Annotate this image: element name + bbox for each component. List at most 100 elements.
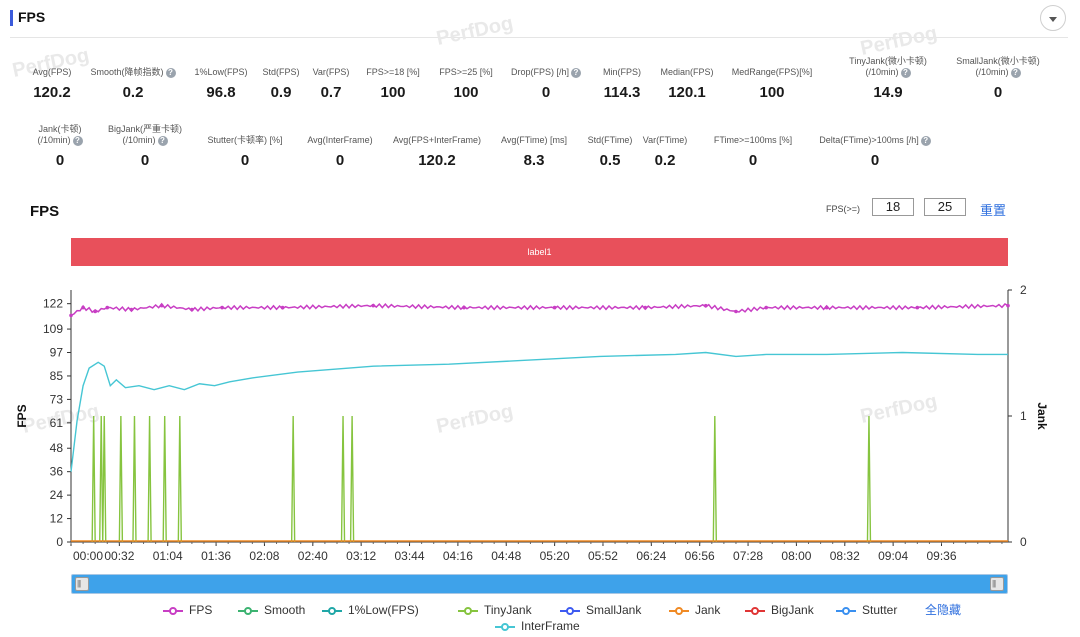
legend-label: 1%Low(FPS) <box>348 603 419 617</box>
help-icon[interactable]: ? <box>920 135 931 146</box>
x-tick-label: 07:28 <box>733 549 763 563</box>
fps-point <box>462 305 466 310</box>
x-tick-label: 01:36 <box>201 549 231 563</box>
fps-line <box>70 302 1009 317</box>
stat-value: 14.9 <box>873 84 903 101</box>
y-tick-label: 85 <box>50 369 64 383</box>
reset-button[interactable]: 重置 <box>980 200 1006 219</box>
legend-label: BigJank <box>771 603 814 617</box>
stat-label: MedRange(FPS)[%] <box>731 67 813 77</box>
help-icon[interactable]: ? <box>900 67 911 78</box>
stat-value: 0 <box>993 84 1003 101</box>
legend-marker-icon <box>495 622 515 632</box>
fps-point <box>129 307 134 312</box>
tinyjank-spike <box>866 415 872 543</box>
x-tick-label: 00:32 <box>104 549 134 563</box>
legend-marker-icon <box>836 606 856 616</box>
stat-10: MedRange(FPS)[%] 100 <box>717 56 827 101</box>
legend-item[interactable]: SmallJank <box>560 603 641 617</box>
legend-item[interactable]: Stutter <box>836 603 897 617</box>
x-tick-label: 06:24 <box>636 549 666 563</box>
tinyjank-spike <box>340 415 346 543</box>
legend-label: InterFrame <box>521 619 580 633</box>
stat-label: Delta(FTime)>100ms [/h]? <box>805 124 945 146</box>
legend-marker-icon <box>322 606 342 616</box>
stat-12: SmallJank(微小卡顿) (/10min)? 0 <box>943 56 1053 101</box>
slider-right-handle[interactable] <box>990 577 1004 591</box>
tinyjank-spike <box>290 415 296 543</box>
fps-point <box>105 305 110 310</box>
stat-value: 100 <box>759 84 785 101</box>
fps-point <box>915 305 920 310</box>
chart-title: FPS <box>30 203 60 220</box>
x-tick-label: 08:32 <box>830 549 860 563</box>
fps-point <box>280 305 285 310</box>
fps-point <box>190 307 194 312</box>
fps-point <box>552 305 557 310</box>
stat-8: FTime>=100ms [%] 0 <box>683 124 823 169</box>
tinyjank-spike <box>162 415 167 543</box>
fps-point <box>159 303 164 308</box>
y-axis-title: FPS <box>15 404 29 427</box>
tinyjank-spike <box>349 415 355 543</box>
collapse-chevron-icon[interactable] <box>1040 5 1066 31</box>
x-tick-label: 02:40 <box>298 549 328 563</box>
y2-tick-label: 0 <box>1020 535 1027 549</box>
x-tick-label: 05:20 <box>540 549 570 563</box>
tinyjank-spike <box>118 415 124 543</box>
hide-all-button[interactable]: 全隐藏 <box>925 601 961 618</box>
legend-label: Smooth <box>264 603 306 617</box>
x-tick-label: 09:04 <box>878 549 908 563</box>
legend-label: Stutter <box>862 603 898 617</box>
legend-item[interactable]: FPS <box>163 603 212 617</box>
fps-point <box>764 305 768 310</box>
legend-item[interactable]: 1%Low(FPS) <box>322 603 419 617</box>
help-icon[interactable]: ? <box>157 135 168 146</box>
stat-value: 0 <box>748 152 758 169</box>
legend-marker-icon <box>458 606 478 616</box>
fps-point <box>371 303 376 308</box>
legend-label: FPS <box>189 603 213 617</box>
stat-label: FTime>=100ms [%] <box>713 135 793 145</box>
legend-item[interactable]: BigJank <box>745 603 814 617</box>
fps-point <box>93 309 97 314</box>
help-icon[interactable]: ? <box>1010 67 1021 78</box>
fps-point <box>824 305 829 310</box>
y-tick-label: 12 <box>50 512 64 526</box>
fps-point <box>69 313 73 318</box>
stat-value: 0 <box>870 152 880 169</box>
fps-threshold-input-2[interactable]: 25 <box>924 198 966 216</box>
stat-label: SmallJank(微小卡顿) (/10min)? <box>956 56 1040 78</box>
fps-threshold-label: FPS(>=) <box>826 204 861 214</box>
fps-point <box>703 303 708 308</box>
legend-item[interactable]: Smooth <box>238 603 305 617</box>
x-tick-label: 00:00 <box>73 549 103 563</box>
legend-item[interactable]: Jank <box>669 603 720 617</box>
legend-marker-icon <box>238 606 258 616</box>
zoom-slider[interactable] <box>71 574 1008 594</box>
slider-left-handle[interactable] <box>75 577 89 591</box>
legend-label: SmallJank <box>586 603 642 617</box>
legend-marker-icon <box>560 606 580 616</box>
x-tick-label: 04:16 <box>443 549 473 563</box>
y2-tick-label: 2 <box>1020 283 1027 297</box>
legend-item[interactable]: InterFrame <box>495 619 580 633</box>
y-tick-label: 0 <box>56 535 63 549</box>
x-tick-label: 03:12 <box>346 549 376 563</box>
x-tick-label: 08:00 <box>781 549 811 563</box>
section-title: FPS <box>18 9 46 25</box>
fps-threshold-input-1[interactable]: 18 <box>872 198 914 216</box>
fps-point <box>81 305 85 310</box>
y2-axis-title: Jank <box>1035 402 1049 430</box>
x-tick-label: 04:48 <box>491 549 521 563</box>
fps-chart[interactable]: 01224364861738597109122012FPS Jank00:00 00… <box>0 270 1080 570</box>
y2-tick-label: 1 <box>1020 409 1027 423</box>
tinyjank-spike <box>132 415 137 543</box>
x-tick-label: 09:36 <box>926 549 956 563</box>
legend-marker-icon <box>163 606 183 616</box>
legend-item[interactable]: TinyJank <box>458 603 532 617</box>
x-tick-label: 03:44 <box>395 549 425 563</box>
section-accent-bar <box>10 10 13 26</box>
label-band[interactable]: label1 <box>71 238 1008 266</box>
tinyjank-spike <box>91 415 96 543</box>
